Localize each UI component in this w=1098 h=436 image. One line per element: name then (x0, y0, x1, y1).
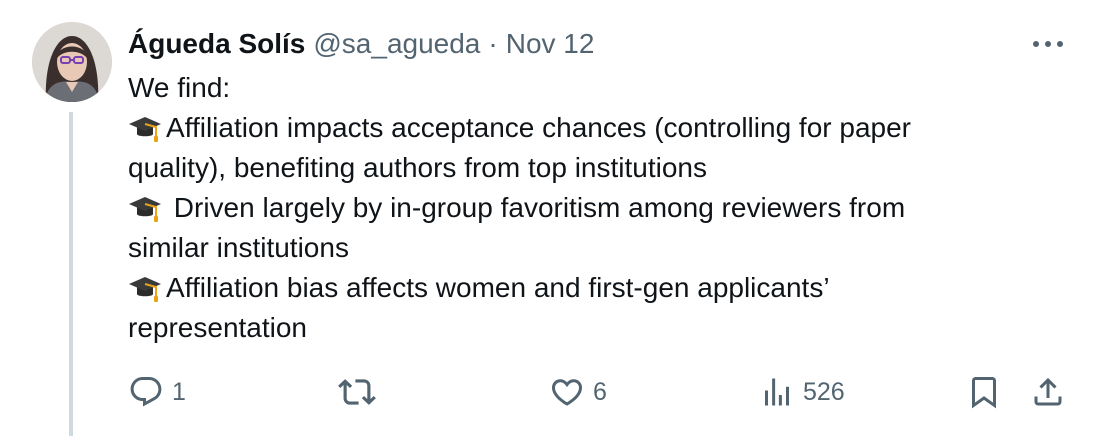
views-count: 526 (803, 377, 845, 406)
avatar[interactable] (32, 22, 112, 102)
tweet-text-segment: similar institutions (128, 232, 349, 263)
tweet-text-line: Affiliation impacts acceptance chances (… (128, 108, 1058, 148)
graduation-cap-icon (128, 193, 162, 223)
tweet-text-segment: Driven largely by in-group favoritism am… (166, 192, 906, 223)
tweet-text-line: similar institutions (128, 228, 1058, 268)
author-handle[interactable]: @sa_agueda (313, 28, 480, 60)
tweet-actions-bar: 1 6 526 (0, 368, 1098, 416)
bookmark-button[interactable] (966, 368, 1002, 416)
tweet-text-line: We find: (128, 68, 1058, 108)
tweet-text-segment: We find: (128, 72, 231, 103)
avatar-photo (32, 22, 112, 102)
tweet-header: Águeda Solís @sa_agueda · Nov 12 (128, 24, 594, 64)
reply-count: 1 (172, 377, 186, 406)
like-button[interactable]: 6 (549, 368, 607, 416)
tweet-text-line: Affiliation bias affects women and first… (128, 268, 1058, 308)
header-separator: · (488, 28, 498, 59)
tweet-text-segment: representation (128, 312, 308, 343)
repost-button[interactable] (338, 368, 384, 416)
more-horizontal-icon (1033, 41, 1063, 47)
tweet-text: We find: Affiliation impacts acceptance c… (128, 68, 1058, 348)
bookmark-icon (972, 377, 996, 409)
tweet-text-segment: Affiliation bias affects women and first… (166, 272, 830, 303)
views-chart-icon (765, 378, 789, 406)
tweet-date[interactable]: Nov 12 (506, 28, 595, 60)
tweet-text-line: Driven largely by in-group favoritism am… (128, 188, 1058, 228)
reply-icon (130, 377, 162, 407)
heart-icon (551, 379, 583, 406)
tweet-text-line: quality), benefiting authors from top in… (128, 148, 1058, 188)
views-button[interactable]: 526 (759, 368, 845, 416)
like-count: 6 (593, 377, 607, 406)
tweet-text-segment: Affiliation impacts acceptance chances (… (166, 112, 911, 143)
share-icon (1034, 377, 1062, 406)
repost-icon (338, 379, 376, 405)
tweet-text-line: representation (128, 308, 1058, 348)
author-name[interactable]: Águeda Solís (128, 28, 305, 60)
graduation-cap-icon (128, 113, 162, 143)
graduation-cap-icon (128, 273, 162, 303)
share-button[interactable] (1030, 368, 1066, 416)
tweet-text-segment: quality), benefiting authors from top in… (128, 152, 707, 183)
reply-button[interactable]: 1 (128, 368, 186, 416)
more-options-button[interactable] (1028, 28, 1068, 60)
